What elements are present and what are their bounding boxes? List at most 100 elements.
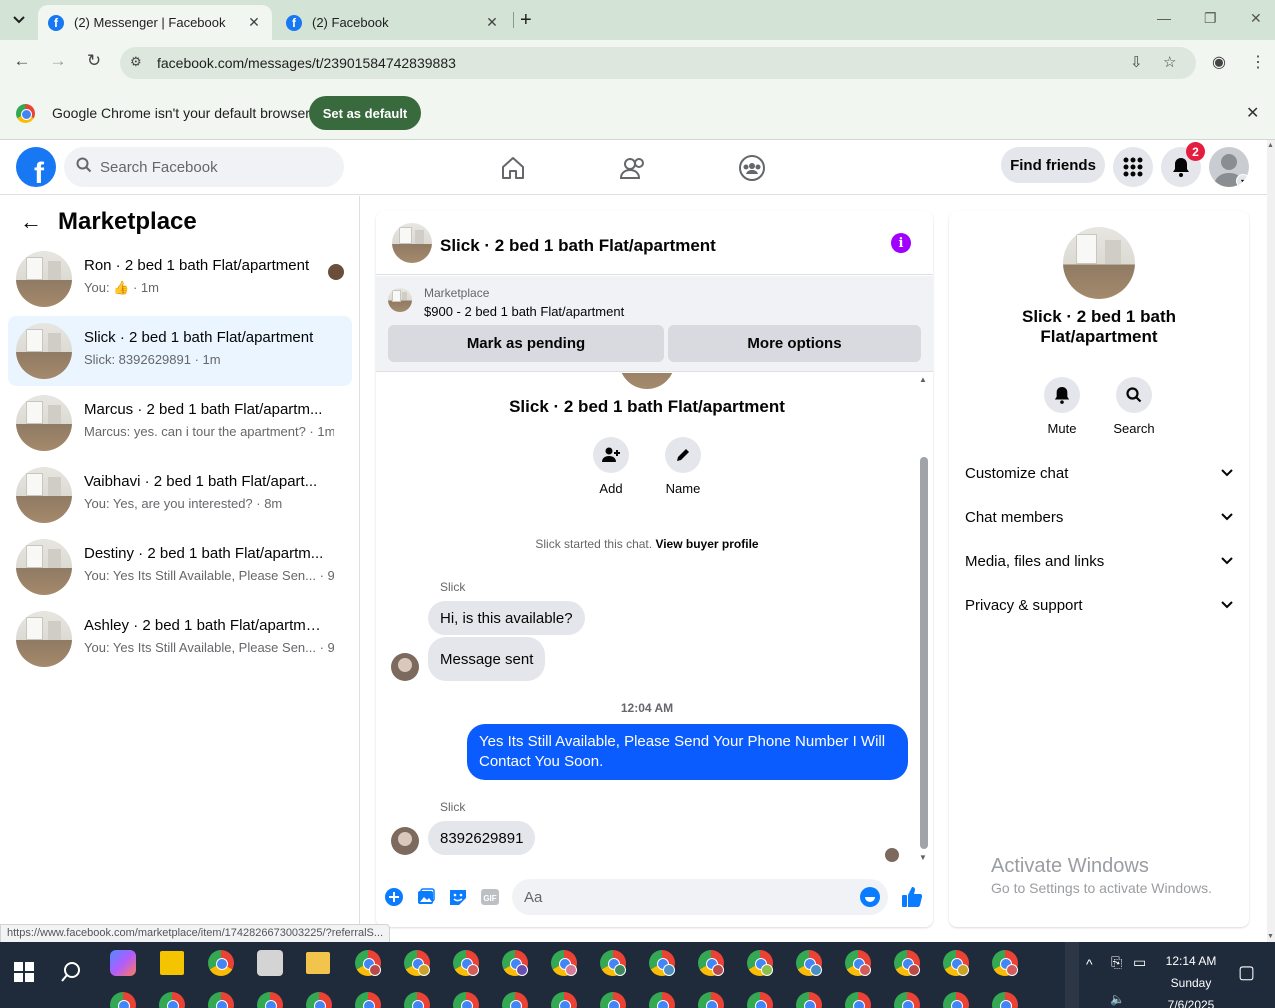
info-icon[interactable]: i	[891, 233, 911, 253]
facebook-search[interactable]	[64, 147, 344, 187]
taskbar-search-icon[interactable]	[60, 961, 82, 983]
minimize-icon[interactable]: —	[1157, 10, 1171, 26]
chrome-window-icon[interactable]	[796, 950, 822, 976]
chrome-window-icon[interactable]	[257, 992, 283, 1008]
chrome-window-icon[interactable]	[992, 950, 1018, 976]
incoming-message[interactable]: Message sent	[428, 637, 546, 681]
chrome-window-icon[interactable]	[600, 992, 626, 1008]
network-icon[interactable]: ⎘	[1111, 954, 1122, 971]
close-tab-icon[interactable]: ✕	[246, 14, 262, 31]
close-infobar-icon[interactable]: ✕	[1246, 103, 1259, 123]
conversation-item[interactable]: Ashley · 2 bed 1 bath Flat/apartment You…	[8, 604, 352, 674]
site-info-icon[interactable]: ⚙	[130, 54, 142, 70]
more-options-button[interactable]: More options	[668, 325, 921, 362]
tray-overflow-icon[interactable]: ^	[1086, 956, 1093, 972]
back-arrow-icon[interactable]: ←	[20, 209, 42, 235]
chrome-window-icon[interactable]	[502, 992, 528, 1008]
emoji-icon[interactable]	[860, 887, 880, 907]
chat-members-section[interactable]: Chat members	[965, 502, 1233, 532]
menu-kebab-icon[interactable]: ⋮	[1250, 52, 1266, 72]
chrome-window-icon[interactable]	[943, 992, 969, 1008]
restore-icon[interactable]: ❐	[1204, 10, 1217, 27]
chrome-window-icon[interactable]	[355, 950, 381, 976]
search-action[interactable]: Search	[1104, 377, 1164, 436]
chrome-window-icon[interactable]	[894, 992, 920, 1008]
chrome-window-icon[interactable]	[208, 992, 234, 1008]
file-explorer-app-icon[interactable]	[306, 952, 330, 974]
tab-facebook[interactable]: f (2) Facebook ✕	[276, 5, 510, 40]
chrome-window-icon[interactable]	[159, 992, 185, 1008]
chrome-window-icon[interactable]	[551, 950, 577, 976]
conversation-item[interactable]: Destiny · 2 bed 1 bath Flat/apartm... Yo…	[8, 532, 352, 602]
listing-title[interactable]: $900 - 2 bed 1 bath Flat/apartment	[424, 304, 624, 319]
outgoing-message[interactable]: Yes Its Still Available, Please Send You…	[467, 724, 908, 780]
view-buyer-profile-link[interactable]: View buyer profile	[655, 537, 758, 551]
chrome-window-icon[interactable]	[796, 992, 822, 1008]
conversation-item-selected[interactable]: Slick · 2 bed 1 bath Flat/apartment Slic…	[8, 316, 352, 386]
gif-icon[interactable]: GIF	[480, 887, 500, 907]
bookmark-star-icon[interactable]: ☆	[1163, 53, 1176, 71]
customize-chat-section[interactable]: Customize chat	[965, 458, 1233, 488]
facebook-logo-icon[interactable]: f	[16, 147, 56, 187]
chrome-window-icon[interactable]	[453, 950, 479, 976]
install-app-icon[interactable]: ⇩	[1130, 53, 1143, 71]
chrome-app-icon[interactable]	[208, 950, 234, 976]
taskbar-clock[interactable]: 12:14 AM Sunday 7/6/2025	[1148, 950, 1234, 1008]
taskbar-scroll[interactable]	[1065, 942, 1079, 1008]
chrome-window-icon[interactable]	[894, 950, 920, 976]
chrome-window-icon[interactable]	[698, 992, 724, 1008]
chrome-window-icon[interactable]	[747, 950, 773, 976]
photo-icon[interactable]	[416, 887, 436, 907]
chrome-window-icon[interactable]	[747, 992, 773, 1008]
chrome-window-icon[interactable]	[404, 950, 430, 976]
find-friends-button[interactable]: Find friends	[1001, 147, 1105, 183]
name-chat-action[interactable]: Name	[653, 437, 713, 496]
snipping-tool-app-icon[interactable]	[257, 950, 283, 976]
forward-icon[interactable]: →	[46, 51, 70, 71]
mute-action[interactable]: Mute	[1032, 377, 1092, 436]
volume-icon[interactable]: 🔈	[1110, 992, 1125, 1006]
chrome-window-icon[interactable]	[110, 992, 136, 1008]
chrome-window-icon[interactable]	[502, 950, 528, 976]
close-window-icon[interactable]: ✕	[1250, 10, 1262, 27]
chrome-window-icon[interactable]	[845, 950, 871, 976]
profile-icon[interactable]: ◉	[1212, 52, 1226, 72]
chrome-window-icon[interactable]	[845, 992, 871, 1008]
menu-grid-icon[interactable]	[1113, 147, 1153, 187]
tab-messenger[interactable]: f (2) Messenger | Facebook ✕	[38, 5, 272, 40]
page-scrollbar[interactable]	[1267, 140, 1275, 942]
plus-circle-icon[interactable]	[384, 887, 404, 907]
privacy-support-section[interactable]: Privacy & support	[965, 590, 1233, 620]
like-thumb-icon[interactable]	[900, 885, 924, 909]
windows-start-icon[interactable]	[14, 962, 34, 982]
mark-as-pending-button[interactable]: Mark as pending	[388, 325, 664, 362]
chat-title[interactable]: Slick · 2 bed 1 bath Flat/apartment	[440, 236, 716, 256]
chrome-window-icon[interactable]	[600, 950, 626, 976]
add-people-action[interactable]: Add	[581, 437, 641, 496]
search-input[interactable]	[100, 147, 330, 187]
chrome-window-icon[interactable]	[943, 950, 969, 976]
chrome-window-icon[interactable]	[453, 992, 479, 1008]
incoming-message[interactable]: Hi, is this available?	[428, 601, 585, 635]
chrome-window-icon[interactable]	[404, 992, 430, 1008]
conversation-item[interactable]: Marcus · 2 bed 1 bath Flat/apartm... Mar…	[8, 388, 352, 458]
chrome-window-icon[interactable]	[649, 950, 675, 976]
tab-search-button[interactable]	[6, 8, 32, 32]
conversation-item[interactable]: Vaibhavi · 2 bed 1 bath Flat/apart... Yo…	[8, 460, 352, 530]
set-default-button[interactable]: Set as default	[309, 96, 421, 130]
friends-nav-icon[interactable]	[613, 150, 653, 186]
incoming-message[interactable]: 8392629891	[428, 821, 536, 855]
conversation-item[interactable]: Ron · 2 bed 1 bath Flat/apartment You: 👍…	[8, 244, 352, 314]
groups-nav-icon[interactable]	[732, 150, 772, 186]
display-icon[interactable]: ▭	[1133, 954, 1146, 971]
scroll-down-icon[interactable]: ▼	[919, 853, 927, 862]
url-text[interactable]: facebook.com/messages/t/2390158474283988…	[157, 55, 456, 71]
chrome-window-icon[interactable]	[306, 992, 332, 1008]
account-avatar[interactable]: ▾	[1209, 147, 1249, 187]
back-icon[interactable]: ←	[10, 51, 34, 71]
chrome-window-icon[interactable]	[355, 992, 381, 1008]
home-nav-icon[interactable]	[493, 150, 533, 186]
thread-scroll-thumb[interactable]	[920, 457, 928, 849]
reload-icon[interactable]: ↻	[82, 51, 106, 71]
chrome-window-icon[interactable]	[649, 992, 675, 1008]
